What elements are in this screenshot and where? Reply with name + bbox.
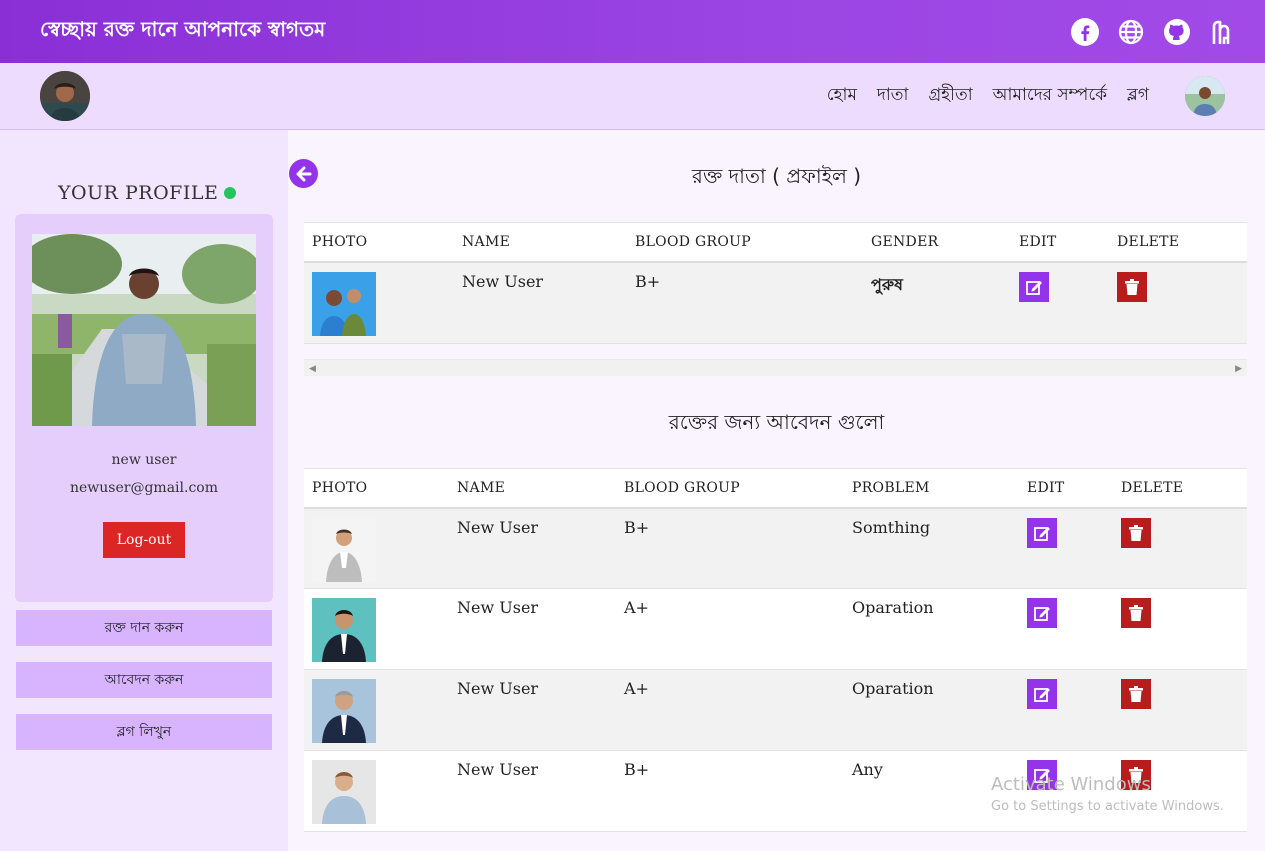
profile-card: new user newuser@gmail.com Log-out: [15, 214, 273, 602]
col-header: EDIT: [1027, 479, 1065, 496]
request-blood-group: B+: [624, 760, 650, 779]
col-header: BLOOD GROUP: [624, 479, 740, 496]
edit-button[interactable]: [1027, 517, 1057, 548]
donor-name: New User: [462, 271, 544, 291]
request-blood-group: A+: [624, 679, 649, 698]
col-header: GENDER: [871, 233, 939, 250]
edit-button[interactable]: [1027, 679, 1057, 709]
table-row: New User B+ Somthing: [304, 507, 1247, 589]
facebook-icon[interactable]: [1071, 17, 1099, 46]
trash-icon: [1125, 278, 1139, 295]
social-links: [1071, 17, 1237, 46]
site-logo-avatar[interactable]: [40, 71, 90, 121]
request-blood-group: A+: [624, 598, 649, 617]
profile-title: YOUR PROFILE: [58, 182, 237, 204]
delete-button[interactable]: [1121, 598, 1151, 628]
request-photo: [312, 517, 376, 582]
top-header: স্বেচ্ছায় রক্ত দানে আপনাকে স্বাগতম: [0, 0, 1265, 63]
col-header: PROBLEM: [852, 479, 930, 496]
nav-link-donors[interactable]: দাতা: [877, 82, 909, 110]
nav-link-about[interactable]: আমাদের সম্পর্কে: [993, 82, 1107, 110]
donor-gender: পুরুষ: [871, 274, 903, 294]
table-row: New User A+ Oparation: [304, 669, 1247, 751]
request-name: New User: [457, 517, 539, 537]
scroll-right-arrow-icon[interactable]: ▶: [1235, 364, 1242, 374]
table-row: New User B+ পুরুষ: [304, 261, 1247, 344]
nav-right: হোম দাতা গ্রহীতা আমাদের সম্পর্কে ব্লগ: [827, 76, 1225, 116]
online-status-dot: [224, 187, 237, 199]
request-blood-group: B+: [624, 517, 650, 537]
profile-name: new user: [111, 452, 177, 468]
request-problem: Somthing: [852, 517, 931, 537]
nav-link-home[interactable]: হোম: [827, 82, 857, 110]
nav-links: হোম দাতা গ্রহীতা আমাদের সম্পর্কে ব্লগ: [827, 82, 1149, 110]
donor-table-header: PHOTO NAME BLOOD GROUP GENDER EDIT DELET…: [304, 222, 1247, 262]
donor-section-title: রক্ত দাতা ( প্রফাইল ): [691, 164, 862, 188]
trash-icon: [1129, 605, 1143, 621]
request-name: New User: [457, 598, 539, 617]
profile-photo: [32, 234, 256, 426]
apply-button[interactable]: আবেদন করুন: [16, 662, 272, 698]
edit-icon: [1034, 526, 1050, 541]
col-header: PHOTO: [312, 233, 368, 250]
edit-button[interactable]: [1027, 598, 1057, 628]
activate-windows-watermark: Activate Windows Go to Settings to activ…: [991, 774, 1224, 814]
nav-link-recipients[interactable]: গ্রহীতা: [928, 82, 972, 110]
request-name: New User: [457, 679, 539, 698]
request-photo: [312, 760, 376, 824]
delete-button[interactable]: [1121, 679, 1151, 709]
col-header: BLOOD GROUP: [635, 233, 751, 250]
edit-icon: [1034, 688, 1050, 702]
request-photo: [312, 679, 376, 743]
write-blog-button[interactable]: ব্লগ লিখুন: [16, 714, 272, 750]
nav-bar: হোম দাতা গ্রহীতা আমাদের সম্পর্কে ব্লগ: [0, 63, 1265, 130]
request-name: New User: [457, 760, 539, 779]
col-header: NAME: [462, 233, 511, 250]
user-avatar[interactable]: [1185, 76, 1225, 116]
watermark-title: Activate Windows: [991, 774, 1151, 795]
hashnode-icon[interactable]: [1209, 18, 1237, 46]
welcome-text: স্বেচ্ছায় রক্ত দানে আপনাকে স্বাগতম: [40, 17, 326, 41]
donor-photo: [312, 271, 376, 336]
donate-blood-button[interactable]: রক্ত দান করুন: [16, 610, 272, 646]
watermark-subtitle: Go to Settings to activate Windows.: [991, 799, 1224, 814]
col-header: EDIT: [1019, 233, 1057, 250]
edit-icon: [1026, 280, 1042, 295]
sidebar: YOUR PROFILE new user newuser@gmail.com …: [0, 130, 288, 851]
col-header: NAME: [457, 479, 506, 496]
trash-icon: [1129, 686, 1143, 702]
table-row: New User A+ Oparation: [304, 588, 1247, 670]
github-icon[interactable]: [1163, 18, 1191, 46]
donor-blood-group: B+: [635, 271, 661, 291]
profile-title-text: YOUR PROFILE: [58, 182, 219, 204]
delete-button[interactable]: [1117, 271, 1147, 302]
request-table-header: PHOTO NAME BLOOD GROUP PROBLEM EDIT DELE…: [304, 468, 1247, 508]
trash-icon: [1129, 524, 1143, 541]
profile-email: newuser@gmail.com: [70, 480, 218, 496]
request-problem: Oparation: [852, 679, 934, 698]
donor-table: PHOTO NAME BLOOD GROUP GENDER EDIT DELET…: [304, 222, 1247, 344]
edit-icon: [1034, 607, 1050, 621]
scroll-left-arrow-icon[interactable]: ◀: [309, 364, 316, 374]
logout-button[interactable]: Log-out: [103, 522, 185, 558]
globe-icon[interactable]: [1117, 18, 1145, 46]
col-header: PHOTO: [312, 479, 368, 496]
request-problem: Oparation: [852, 598, 934, 617]
delete-button[interactable]: [1121, 517, 1151, 548]
request-section-title: রক্তের জন্য আবেদন গুলো: [668, 410, 885, 434]
edit-button[interactable]: [1019, 271, 1049, 302]
request-photo: [312, 598, 376, 662]
nav-link-blog[interactable]: ব্লগ: [1127, 82, 1149, 110]
col-header: DELETE: [1121, 479, 1184, 496]
col-header: DELETE: [1117, 233, 1180, 250]
horizontal-scrollbar[interactable]: ◀ ▶: [304, 359, 1247, 376]
main-content: রক্ত দাতা ( প্রফাইল ) PHOTO NAME BLOOD G…: [288, 130, 1265, 851]
